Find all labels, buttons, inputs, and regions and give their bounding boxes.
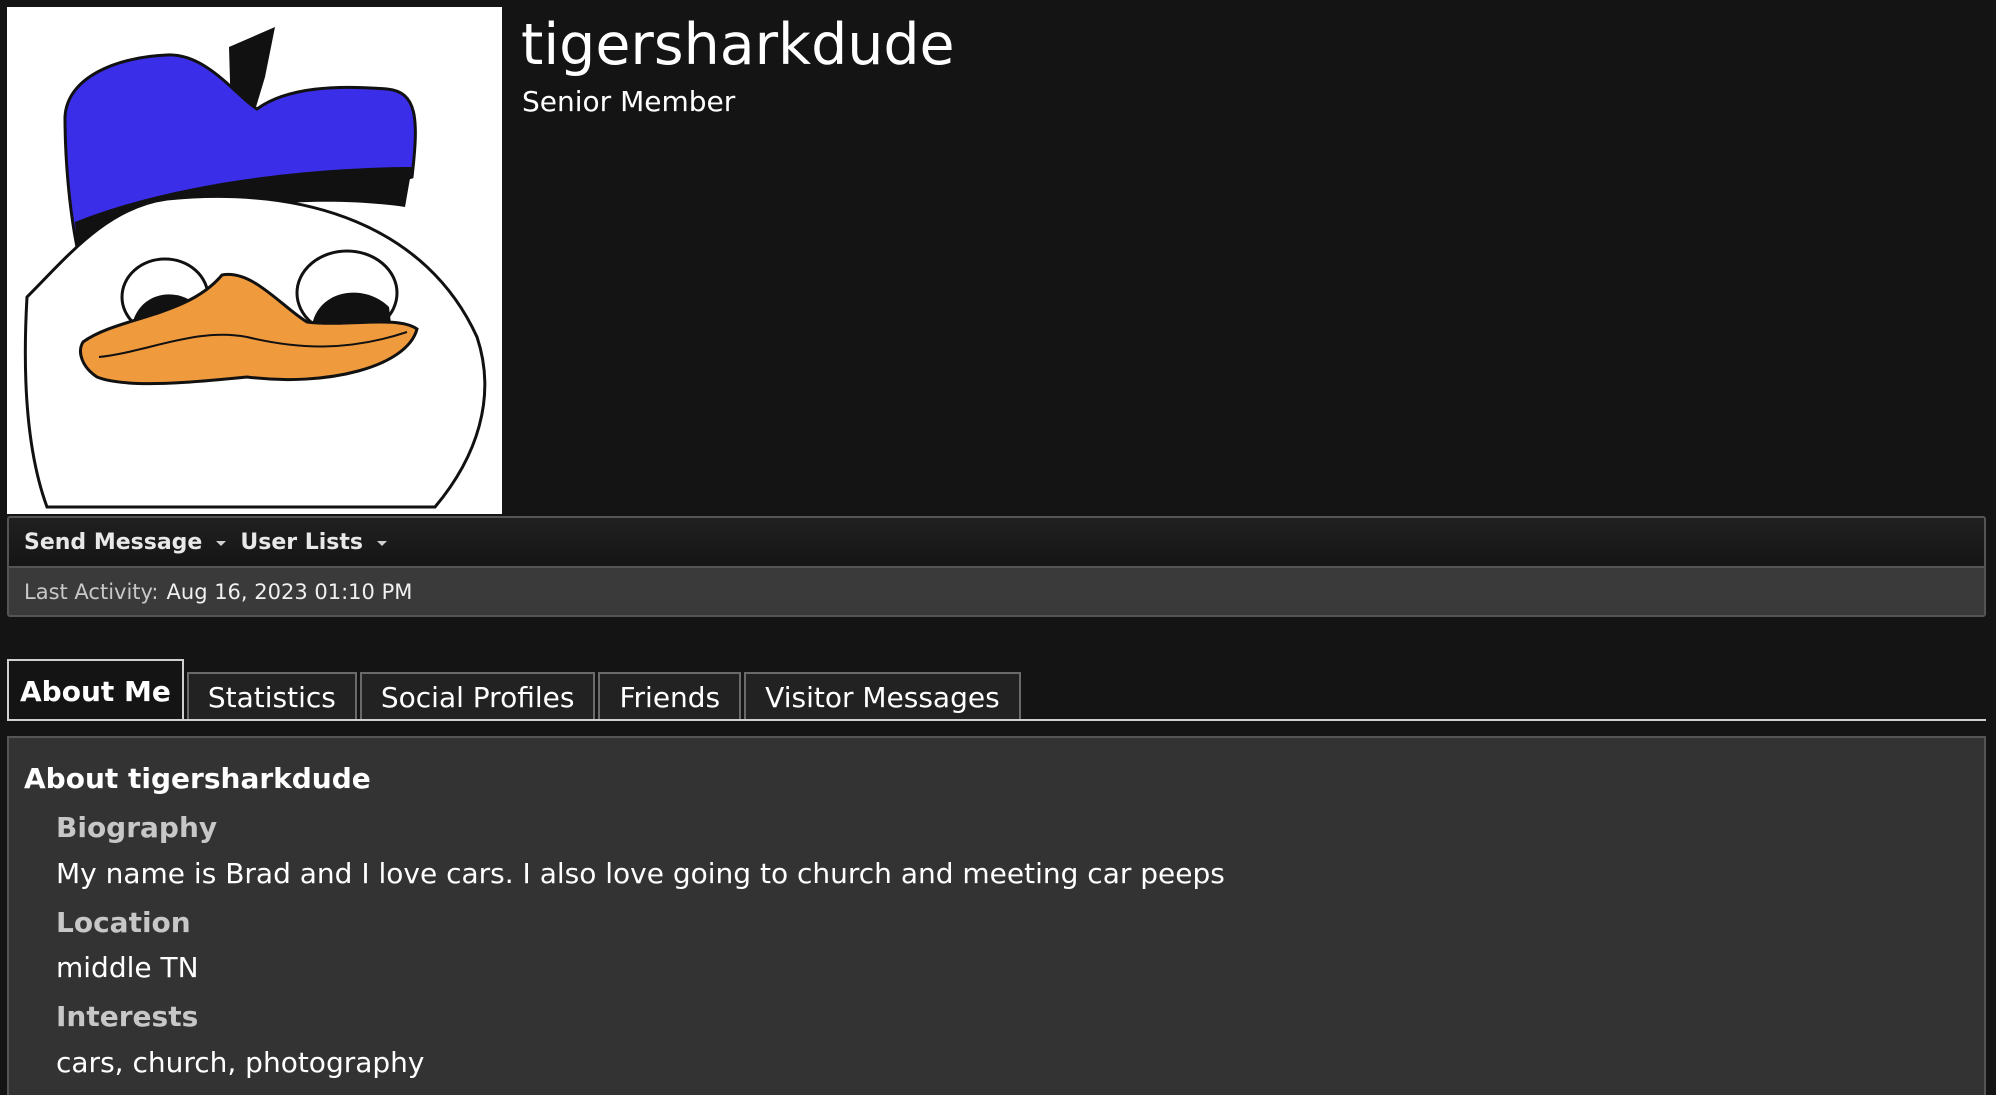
location-value: middle TN [56, 951, 199, 984]
profile-action-box: Send Message User Lists Last Activity: A… [7, 516, 1986, 617]
send-message-button[interactable]: Send Message [24, 529, 227, 555]
interests-value: cars, church, photography [56, 1046, 425, 1079]
user-lists-label: User Lists [240, 529, 364, 555]
biography-value: My name is Brad and I love cars. I also … [56, 857, 1225, 890]
avatar [7, 7, 502, 514]
about-heading: About tigersharkdude [24, 762, 371, 795]
profile-username: tigersharkdude [521, 12, 955, 78]
profile-tabs: About Me Statistics Social Profiles Frie… [7, 659, 1024, 721]
action-bar: Send Message User Lists [9, 518, 1984, 568]
profile-user-title: Senior Member [522, 85, 736, 118]
caret-down-icon [216, 541, 227, 546]
tab-underline [7, 719, 1986, 721]
location-label: Location [56, 906, 191, 939]
tab-social-profiles[interactable]: Social Profiles [359, 672, 596, 721]
tab-visitor-messages[interactable]: Visitor Messages [744, 672, 1021, 721]
member-profile-page: tigersharkdude Senior Member Send Messag… [0, 0, 1996, 1095]
tab-friends[interactable]: Friends [598, 672, 742, 721]
caret-down-icon [377, 541, 388, 546]
interests-label: Interests [56, 1000, 199, 1033]
tab-about-me[interactable]: About Me [7, 659, 184, 721]
biography-label: Biography [56, 811, 218, 844]
duck-avatar-image [23, 27, 487, 509]
last-activity: Last Activity: Aug 16, 2023 01:10 PM [9, 568, 1984, 615]
tab-statistics[interactable]: Statistics [186, 672, 357, 721]
last-activity-value: Aug 16, 2023 01:10 PM [166, 579, 413, 604]
user-lists-button[interactable]: User Lists [240, 529, 388, 555]
send-message-label: Send Message [24, 529, 203, 555]
last-activity-label: Last Activity: [24, 579, 159, 604]
